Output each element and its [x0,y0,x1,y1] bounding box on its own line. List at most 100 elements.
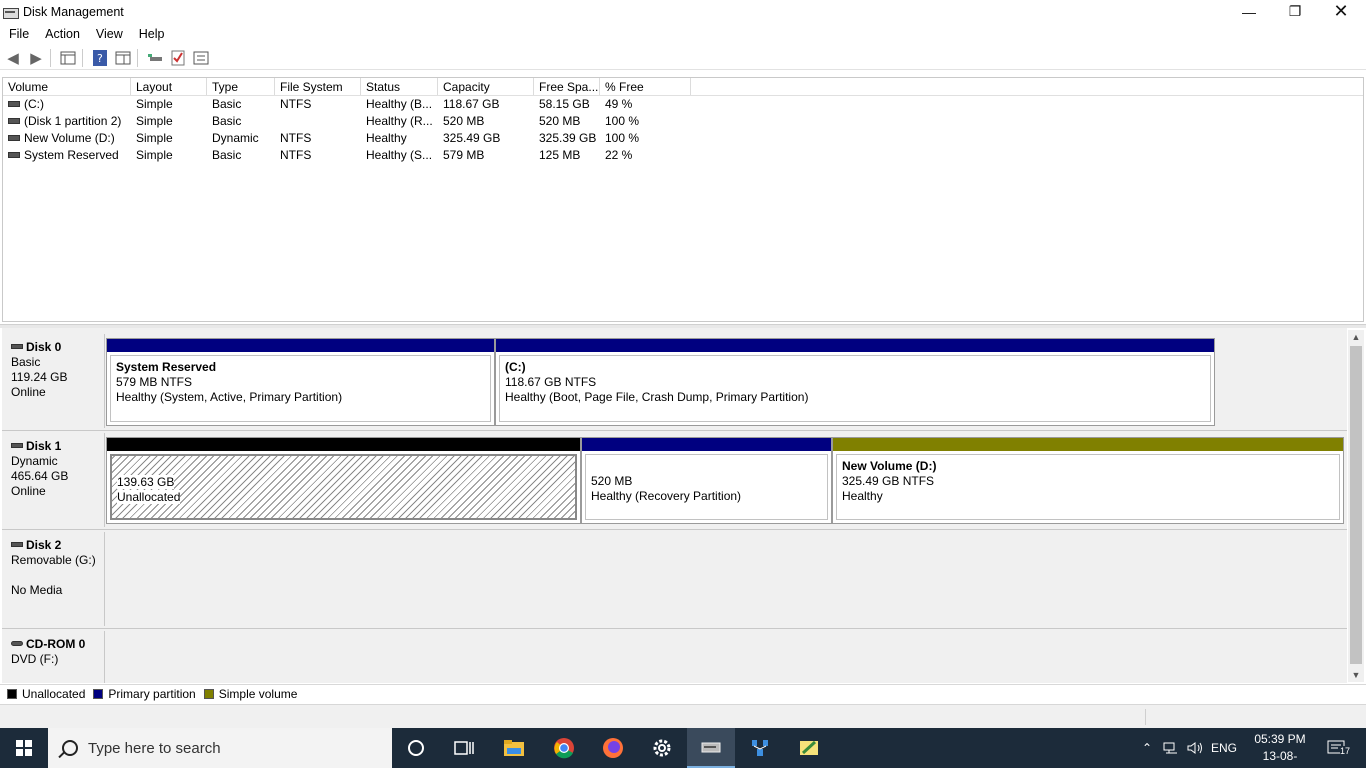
chrome-icon[interactable] [540,728,588,768]
partition-status: Unallocated [117,490,181,504]
volume-percent-free: 100 % [605,131,640,145]
partition-body: 139.63 GB Unallocated [110,454,577,520]
show-hidden-icons-icon[interactable]: ⌃ [1138,728,1156,768]
menu-file[interactable]: File [0,27,36,41]
windows-logo-icon [16,740,32,756]
menu-view[interactable]: View [87,27,130,41]
volume-row[interactable]: (C:) Simple Basic NTFS Healthy (B... 118… [3,96,1363,113]
settings-gear-icon[interactable] [638,728,686,768]
taskbar-clock[interactable]: 05:39 PM 13-08-2022 [1250,731,1310,768]
partition-status: Healthy (Boot, Page File, Crash Dump, Pr… [505,390,809,404]
settings-list-icon[interactable] [191,48,211,68]
clock-time: 05:39 PM [1254,732,1306,746]
volume-free-space: 325.39 GB [539,131,597,145]
disk-management-taskbar-icon[interactable] [687,728,735,768]
partition-color-bar [496,339,1214,352]
partition-color-bar [107,438,580,451]
legend-item-simple: Simple volume [203,687,297,701]
window-title: Disk Management [23,4,124,19]
minimize-button[interactable]: — [1226,0,1272,23]
partition-size: 579 MB NTFS [116,375,193,389]
volume-file-system: NTFS [280,148,312,162]
volume-row[interactable]: (Disk 1 partition 2) Simple Basic Health… [3,113,1363,130]
scroll-up-icon[interactable]: ▲ [1348,330,1364,344]
cortana-icon[interactable] [392,728,440,768]
column-status[interactable]: Status [361,78,438,95]
disk-management-app-icon [3,5,19,19]
network-icon[interactable] [1160,728,1182,768]
taskbar-search[interactable]: Type here to search [48,728,392,768]
checklist-icon[interactable] [168,48,188,68]
disk-0-row: Disk 0 Basic 119.24 GB Online System Res… [2,334,1347,428]
partition-recovery[interactable]: 520 MB Healthy (Recovery Partition) [581,437,832,524]
cdrom-0-row: CD-ROM 0 DVD (F:) [2,631,1347,683]
partition-size: 325.49 GB NTFS [842,474,935,488]
volume-row[interactable]: New Volume (D:) Simple Dynamic NTFS Heal… [3,130,1363,147]
back-arrow-icon[interactable]: ◀ [3,48,23,68]
cdrom-0-label[interactable]: CD-ROM 0 DVD (F:) [2,631,105,683]
partition-system-reserved[interactable]: System Reserved 579 MB NTFS Healthy (Sys… [106,338,495,426]
disk-view-scrollbar[interactable]: ▲ ▼ [1348,330,1364,682]
volume-layout: Simple [136,97,173,111]
properties-icon[interactable] [113,48,133,68]
volume-file-system: NTFS [280,131,312,145]
column-file-system[interactable]: File System [275,78,361,95]
volume-percent-free: 100 % [605,114,640,128]
column-type[interactable]: Type [207,78,275,95]
scroll-down-icon[interactable]: ▼ [1348,668,1364,682]
help-icon[interactable]: ? [90,48,110,68]
connect-icon[interactable] [145,48,165,68]
disk-1-label[interactable]: Disk 1 Dynamic 465.64 GB Online [2,433,105,527]
disk-0-label[interactable]: Disk 0 Basic 119.24 GB Online [2,334,105,428]
paint-app-icon[interactable] [785,728,833,768]
drive-icon [8,117,20,124]
taskbar: Type here to search ⌃ ENG 05:39 PM 13-08… [0,728,1366,768]
title-bar: Disk Management — ❐ ✕ [0,0,1366,23]
column-percent-free[interactable]: % Free [600,78,691,95]
volume-type: Basic [212,148,242,162]
restore-button[interactable]: ❐ [1272,0,1318,23]
toolbar-divider [82,48,83,67]
menu-bar: File Action View Help [0,23,1366,44]
volume-list-header: Volume Layout Type File System Status Ca… [3,78,1363,96]
legend-label: Primary partition [108,686,196,701]
volume-row[interactable]: System Reserved Simple Basic NTFS Health… [3,147,1363,164]
console-tree-icon[interactable] [58,48,78,68]
input-language[interactable]: ENG [1208,728,1240,768]
forward-arrow-icon[interactable]: ▶ [26,48,46,68]
disk-icon [11,344,23,349]
partition-new-volume-d[interactable]: New Volume (D:) 325.49 GB NTFS Healthy [832,437,1344,524]
close-button[interactable]: ✕ [1318,0,1364,23]
partition-size: 118.67 GB NTFS [505,375,597,389]
drive-icon [8,100,20,107]
notifications-button[interactable]: 17 [1318,728,1358,768]
partition-c[interactable]: (C:) 118.67 GB NTFS Healthy (Boot, Page … [495,338,1215,426]
file-explorer-icon[interactable] [490,728,538,768]
volume-free-space: 125 MB [539,148,581,162]
column-volume[interactable]: Volume [3,78,131,95]
column-capacity[interactable]: Capacity [438,78,534,95]
volume-capacity: 579 MB [443,148,485,162]
column-free-space[interactable]: Free Spa... [534,78,600,95]
partition-unallocated[interactable]: 139.63 GB Unallocated [106,437,581,524]
volume-percent-free: 22 % [605,148,633,162]
menu-action[interactable]: Action [36,27,87,41]
scroll-thumb[interactable] [1350,346,1362,664]
partition-size: 520 MB [591,474,633,488]
start-button[interactable] [0,728,48,768]
disk-name: Disk 0 [26,340,62,354]
disk-2-label[interactable]: Disk 2 Removable (G:) No Media [2,532,105,626]
network-app-icon[interactable] [736,728,784,768]
disk-name: CD-ROM 0 [26,637,86,651]
disk-state: Online [11,385,46,399]
volume-icon[interactable] [1184,728,1206,768]
disk-icon [11,542,23,547]
column-layout[interactable]: Layout [131,78,207,95]
menu-help[interactable]: Help [130,27,172,41]
disk-icon [11,443,23,448]
task-view-icon[interactable] [440,728,488,768]
disk-size: 465.64 GB [11,469,69,483]
volume-list: Volume Layout Type File System Status Ca… [2,77,1364,322]
partition-color-bar [833,438,1343,451]
firefox-icon[interactable] [589,728,637,768]
